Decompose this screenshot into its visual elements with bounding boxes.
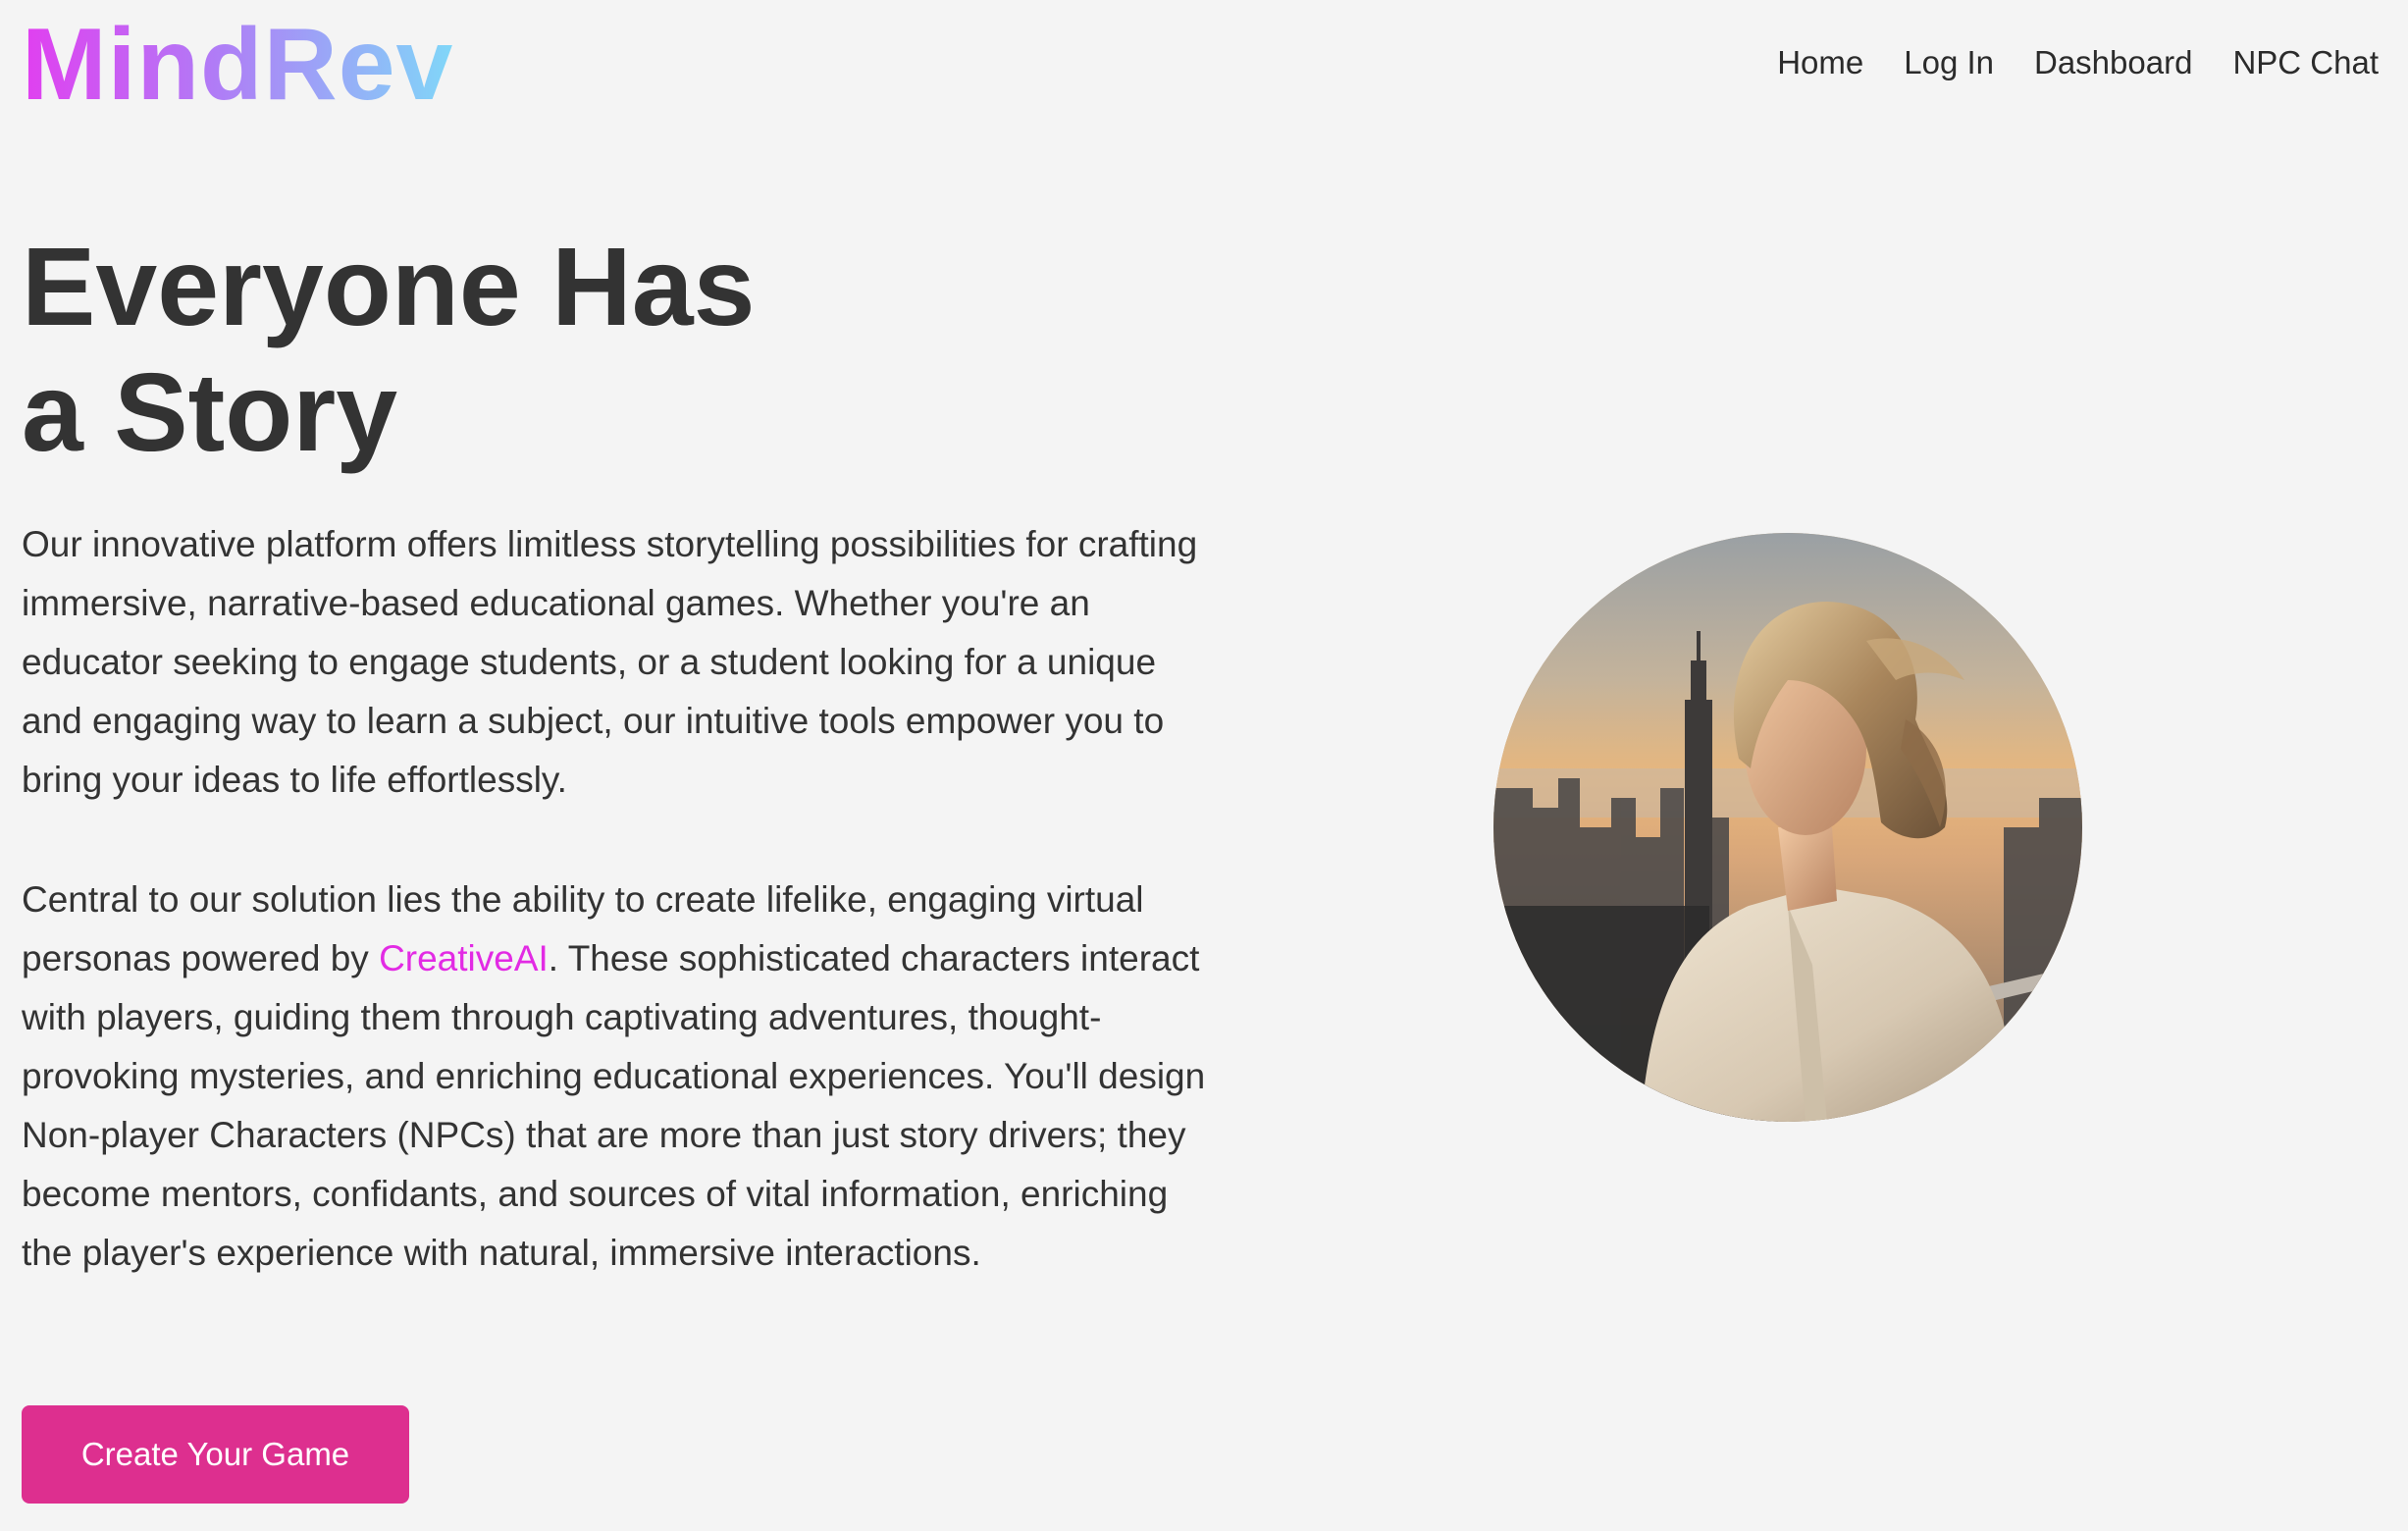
hero-portrait-image <box>1493 533 2082 1122</box>
nav-login[interactable]: Log In <box>1904 39 1994 86</box>
hero-title: Everyone Has a Story <box>22 224 905 475</box>
portrait-illustration <box>1493 533 2082 1122</box>
hero-title-line-1: Everyone Has <box>22 225 756 348</box>
mindrev-logo[interactable]: MindRev <box>22 6 453 124</box>
paragraph-text-after: . These sophisticated characters interac… <box>22 938 1206 1273</box>
creativeai-paragraph: Central to our solution lies the ability… <box>22 871 1219 1283</box>
creativeai-link[interactable]: CreativeAI <box>379 938 549 978</box>
main-nav: Home Log In Dashboard NPC Chat <box>1777 39 2379 86</box>
site-header: MindRev Home Log In Dashboard NPC Chat <box>0 0 2408 128</box>
create-your-game-button[interactable]: Create Your Game <box>22 1405 409 1504</box>
nav-dashboard[interactable]: Dashboard <box>2034 39 2192 86</box>
nav-home[interactable]: Home <box>1777 39 1863 86</box>
nav-npc-chat[interactable]: NPC Chat <box>2232 39 2379 86</box>
hero-title-line-2: a Story <box>22 350 398 474</box>
intro-paragraph: Our innovative platform offers limitless… <box>22 524 1198 800</box>
